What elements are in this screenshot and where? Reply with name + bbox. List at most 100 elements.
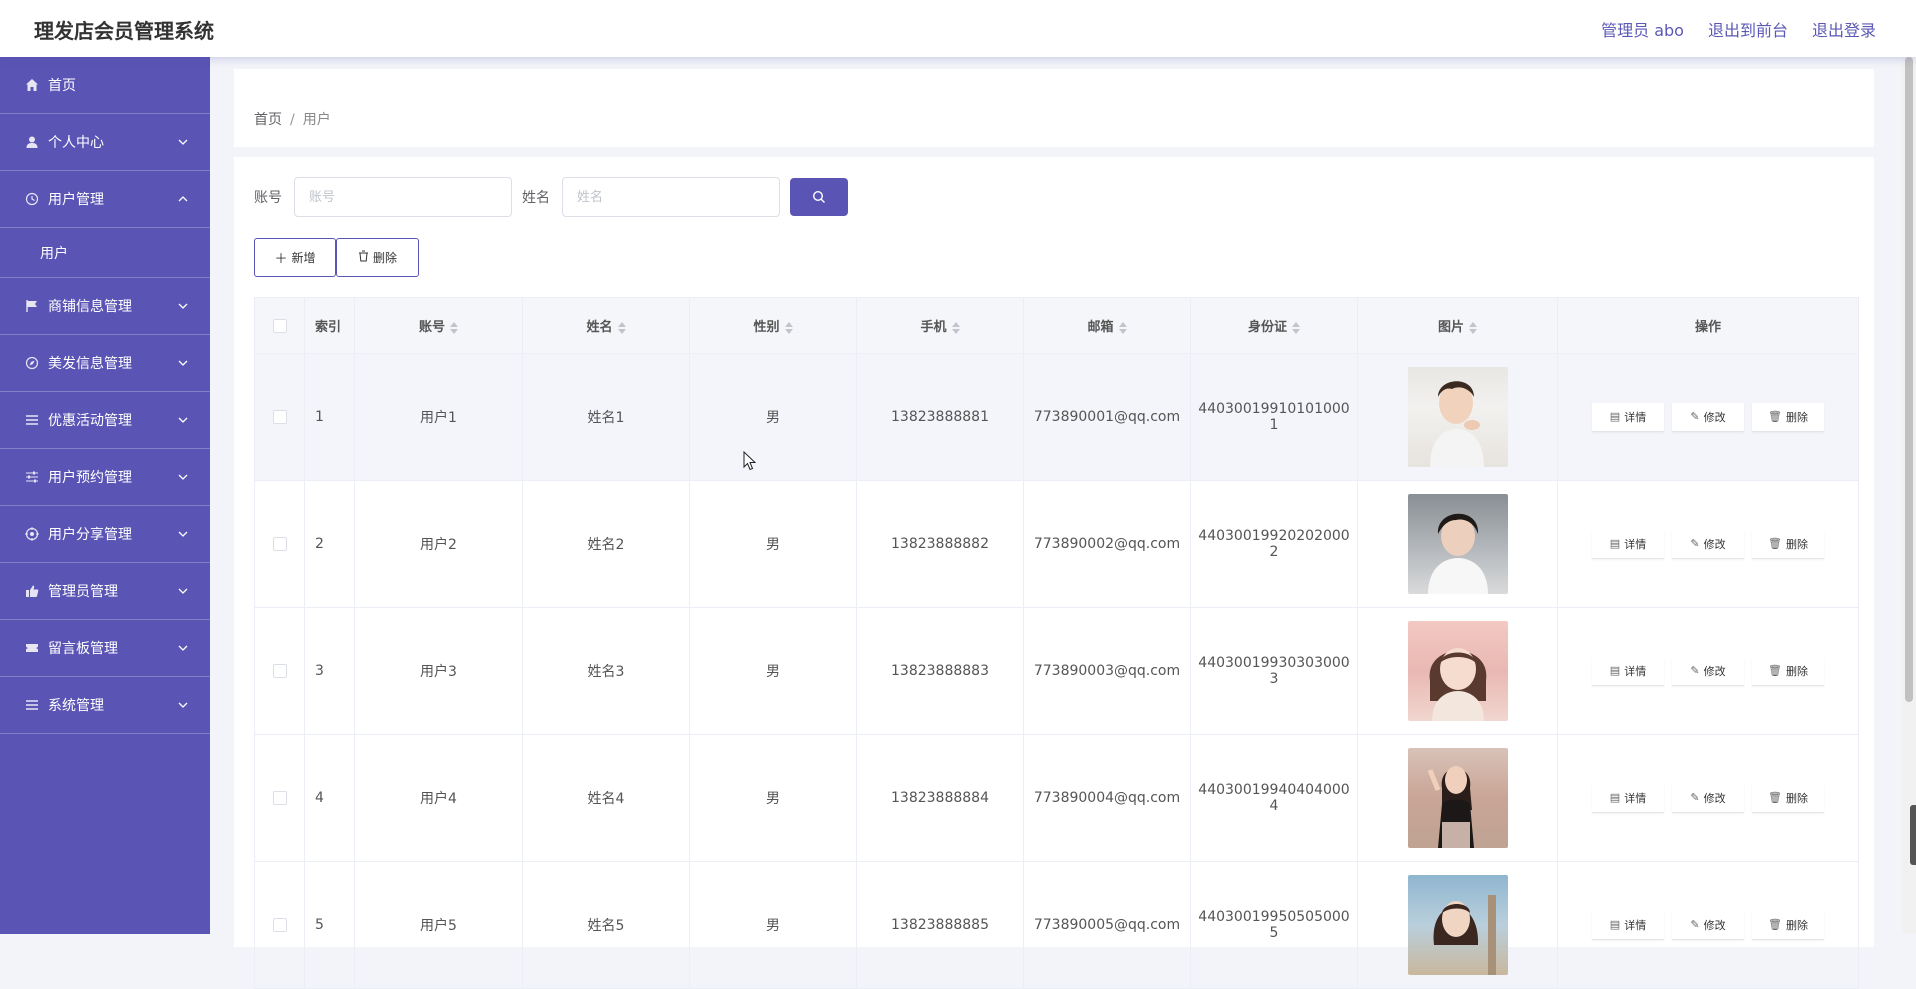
sidebar-item-system-management[interactable]: 系统管理 [0,677,210,734]
sort-icon[interactable] [1292,321,1300,334]
sidebar-item-reservations[interactable]: 用户预约管理 [0,449,210,506]
sort-icon[interactable] [1469,321,1477,334]
add-button[interactable]: ＋新增 [254,238,336,277]
header-label: 性别 [753,320,780,335]
header-label: 图片 [1437,320,1464,335]
column-header-email[interactable]: 邮箱 [1023,297,1191,354]
search-icon [812,190,825,203]
table-row[interactable]: 4 用户4 姓名4 男 13823888884 773890004@qq.com… [254,734,1859,862]
exit-to-frontend-link[interactable]: 退出到前台 [1708,17,1788,41]
delete-button[interactable]: 🗑 删除 [1752,656,1824,686]
sidebar-item-shop-info[interactable]: 商铺信息管理 [0,278,210,335]
id-card-cell: 44030019950505000 5 [1190,861,1358,989]
user-photo[interactable] [1407,367,1508,467]
sidebar-item-hair-info[interactable]: 美发信息管理 [0,335,210,392]
id-card-line: 44030019910101000 [1198,401,1350,417]
phone-cell: 13823888881 [856,353,1024,481]
menu-icon [24,697,40,713]
edit-button[interactable]: ✎ 修改 [1672,910,1744,940]
detail-button[interactable]: ▤ 详情 [1592,656,1664,686]
sidebar-item-label: 管理员管理 [48,584,118,600]
sort-icon[interactable] [1118,321,1127,334]
delete-button[interactable]: 🗑 删除 [1752,402,1824,432]
column-header-actions: 操作 [1557,297,1859,354]
scrollbar-thumb[interactable] [1905,57,1913,702]
user-photo[interactable] [1407,748,1508,848]
sidebar: 首页 个人中心 用户管理 用户 商铺信息管理 美发信息管理 优惠活动管理 用户预… [0,57,210,934]
sidebar-item-home[interactable]: 首页 [0,57,210,114]
edit-button[interactable]: ✎ 修改 [1672,402,1744,432]
detail-button[interactable]: ▤ 详情 [1592,783,1664,813]
mouse-cursor-icon [743,451,757,471]
batch-delete-button[interactable]: 删除 [336,238,419,277]
image-cell [1357,607,1558,735]
user-photo[interactable] [1407,494,1508,594]
document-icon: ▤ [1609,791,1621,804]
column-header-account[interactable]: 账号 [354,297,523,354]
search-button[interactable] [790,178,848,216]
name-cell: 姓名4 [522,734,690,862]
breadcrumb-home[interactable]: 首页 [254,112,282,128]
document-icon: ▤ [1609,410,1621,423]
row-checkbox[interactable] [272,918,287,932]
row-checkbox[interactable] [272,664,287,678]
sort-icon[interactable] [450,321,458,334]
trash-icon: 🗑 [1768,410,1782,423]
row-checkbox[interactable] [272,537,287,551]
account-cell: 用户5 [354,861,523,989]
detail-button[interactable]: ▤ 详情 [1592,529,1664,559]
row-checkbox-cell [254,861,305,989]
delete-button[interactable]: 🗑 删除 [1752,783,1824,813]
sort-icon[interactable] [951,321,960,334]
pencil-icon: ✎ [1690,410,1700,423]
user-photo[interactable] [1407,875,1508,975]
logout-link[interactable]: 退出登录 [1812,17,1876,41]
sidebar-item-personal-center[interactable]: 个人中心 [0,114,210,171]
sidebar-item-admin-management[interactable]: 管理员管理 [0,563,210,620]
row-checkbox[interactable] [272,410,287,424]
sidebar-item-message-board[interactable]: 留言板管理 [0,620,210,677]
column-header-id-card[interactable]: 身份证 [1190,297,1358,354]
trash-icon [358,250,369,266]
sort-icon[interactable] [784,321,793,334]
sidebar-subitem-users[interactable]: 用户 [0,228,210,278]
breadcrumb-current: 用户 [302,112,331,128]
column-header-gender[interactable]: 性别 [689,297,857,354]
account-search-input[interactable] [294,177,512,217]
gender-cell: 男 [689,607,857,735]
sidebar-item-shares[interactable]: 用户分享管理 [0,506,210,563]
edit-button[interactable]: ✎ 修改 [1672,529,1744,559]
side-handle[interactable] [1910,805,1916,865]
detail-button[interactable]: ▤ 详情 [1592,910,1664,940]
delete-button[interactable]: 🗑 删除 [1752,529,1824,559]
row-checkbox[interactable] [272,791,287,805]
sort-icon[interactable] [617,321,626,334]
sidebar-item-promotions[interactable]: 优惠活动管理 [0,392,210,449]
header-label: 账号 [418,320,445,335]
select-all-checkbox[interactable] [272,318,287,333]
id-card-line: 44030019940404000 [1198,782,1350,798]
id-card-line: 44030019920202000 [1198,528,1350,544]
sidebar-subitem-label: 用户 [40,245,68,262]
table-row[interactable]: 5 用户5 姓名5 男 13823888885 773890005@qq.com… [254,861,1859,989]
breadcrumb: 首页 / 用户 [254,109,331,129]
user-photo[interactable] [1407,621,1508,721]
column-header-phone[interactable]: 手机 [856,297,1024,354]
table-row[interactable]: 1 用户1 姓名1 男 13823888881 773890001@qq.com… [254,353,1859,481]
table-row[interactable]: 2 用户2 姓名2 男 13823888882 773890002@qq.com… [254,480,1859,608]
detail-label: 详情 [1624,410,1647,424]
account-label: 账号 [254,190,282,206]
column-header-name[interactable]: 姓名 [522,297,690,354]
table-row[interactable]: 3 用户3 姓名3 男 13823888883 773890003@qq.com… [254,607,1859,735]
edit-button[interactable]: ✎ 修改 [1672,656,1744,686]
page-scrollbar[interactable] [1902,57,1916,934]
select-all-cell [254,297,305,354]
delete-button[interactable]: 🗑 删除 [1752,910,1824,940]
delete-label: 删除 [1785,537,1808,551]
detail-button[interactable]: ▤ 详情 [1592,402,1664,432]
sidebar-item-user-management[interactable]: 用户管理 [0,171,210,228]
name-search-input[interactable] [562,177,780,217]
column-header-image[interactable]: 图片 [1357,297,1558,354]
edit-button[interactable]: ✎ 修改 [1672,783,1744,813]
admin-label[interactable]: 管理员 abo [1601,17,1684,41]
